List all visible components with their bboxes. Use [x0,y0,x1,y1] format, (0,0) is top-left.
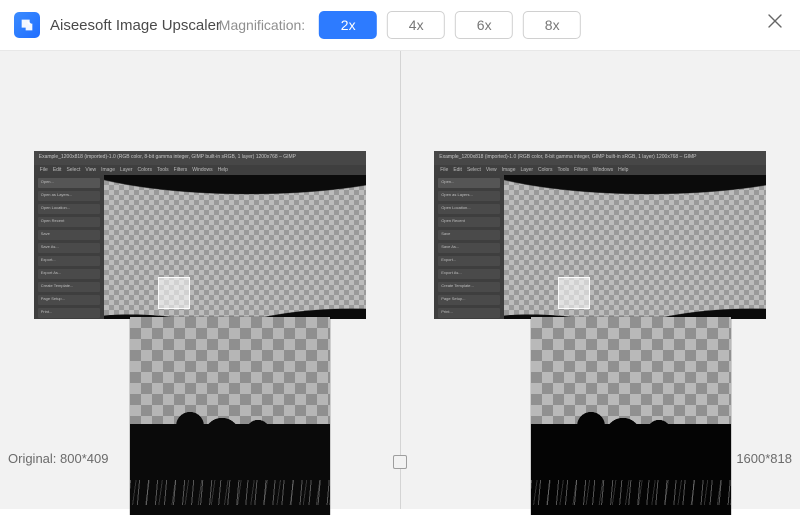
close-button[interactable] [760,6,790,36]
original-preview[interactable]: Example_1200x818 (imported)-1.0 (RGB col… [34,151,366,319]
upscaled-preview[interactable]: Example_1200x818 (imported)-1.0 (RGB col… [434,151,766,319]
close-icon [766,12,784,30]
upscaled-dimensions-label: 1600*818 [736,448,792,469]
embedded-canvas [504,175,766,319]
magnification-label: Magnification: [219,17,305,33]
upscaled-zoom-inset[interactable] [531,317,731,515]
embedded-titlebar: Example_1200x818 (imported)-1.0 (RGB col… [434,151,766,165]
original-dimensions-label: Original: 800*409 [8,448,108,469]
embedded-sidebar: Open... Open as Layers... Open Location.… [34,175,104,319]
embedded-titlebar: Example_1200x818 (imported)-1.0 (RGB col… [34,151,366,165]
magnification-4x-button[interactable]: 4x [387,11,445,39]
magnification-8x-button[interactable]: 8x [523,11,581,39]
magnification-6x-button[interactable]: 6x [455,11,513,39]
comparison-area: Example_1200x818 (imported)-1.0 (RGB col… [0,50,800,509]
app-title: Aiseesoft Image Upscaler [50,17,221,34]
embedded-menu: File Edit Select View Image Layer Colors… [434,165,766,175]
original-zoom-inset[interactable] [130,317,330,515]
app-logo-icon [14,12,40,38]
magnification-2x-button[interactable]: 2x [319,11,377,39]
embedded-sidebar: Open... Open as Layers... Open Location.… [434,175,504,319]
embedded-canvas [104,175,366,319]
upscaled-pane: Example_1200x818 (imported)-1.0 (RGB col… [401,51,800,509]
original-pane: Example_1200x818 (imported)-1.0 (RGB col… [0,51,400,509]
embedded-menu: File Edit Select View Image Layer Colors… [34,165,366,175]
sync-view-icon[interactable] [393,455,407,469]
zoom-selection-marquee[interactable] [558,277,590,309]
magnification-button-group: 2x 4x 6x 8x [319,11,581,39]
zoom-selection-marquee[interactable] [158,277,190,309]
